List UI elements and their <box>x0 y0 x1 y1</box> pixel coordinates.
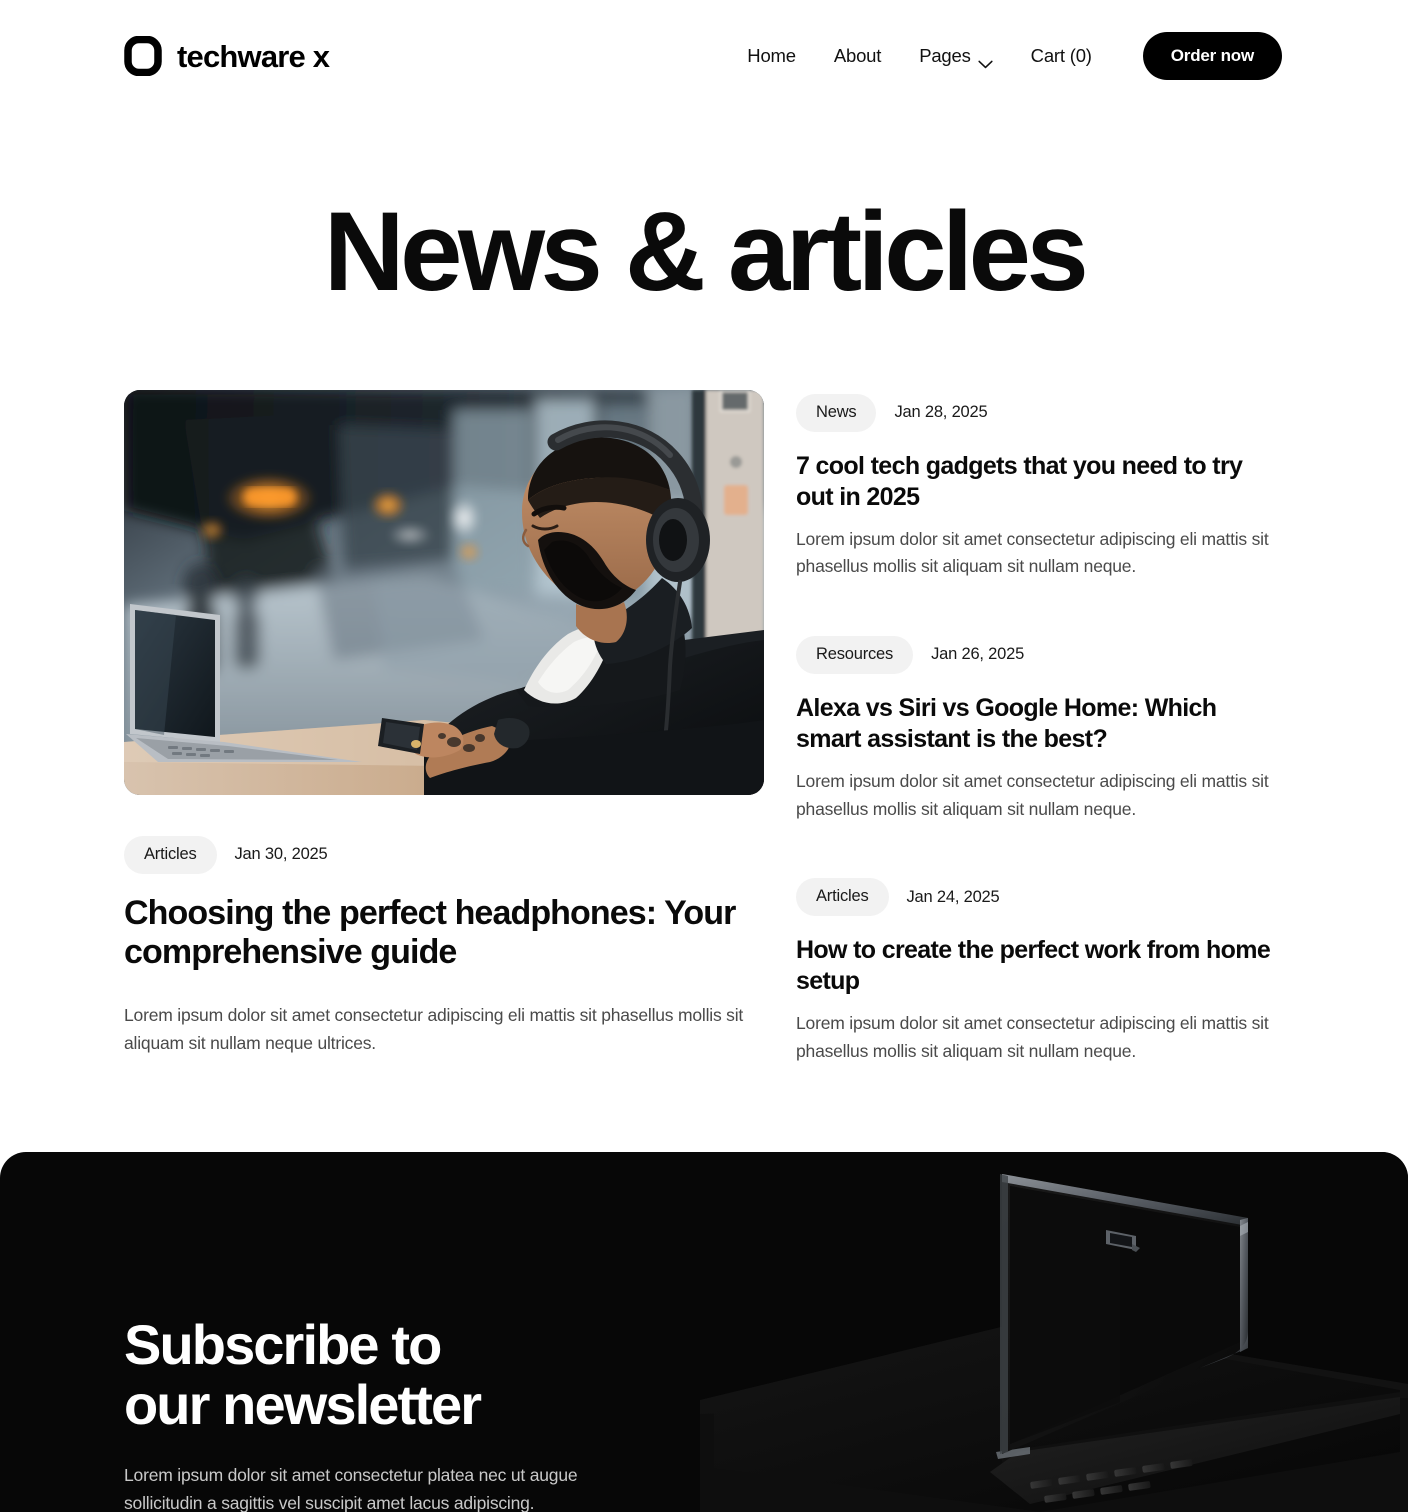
featured-article-tag[interactable]: Articles <box>124 836 217 874</box>
nav-item-pages-label: Pages <box>919 45 971 66</box>
list-item: News Jan 28, 2025 7 cool tech gadgets th… <box>796 394 1284 581</box>
nav-item-cart-label: Cart (0) <box>1030 45 1092 66</box>
article-list: News Jan 28, 2025 7 cool tech gadgets th… <box>796 390 1284 1065</box>
featured-article-excerpt: Lorem ipsum dolor sit amet consectetur a… <box>124 1005 744 1053</box>
newsletter-title: Subscribe to our newsletter <box>124 1313 482 1437</box>
site-header: techware x Home About Pages Cart (0) Ord… <box>0 0 1408 112</box>
article-title[interactable]: 7 cool tech gadgets that you need to try… <box>796 451 1284 513</box>
article-title[interactable]: Alexa vs Siri vs Google Home: Which smar… <box>796 693 1284 755</box>
featured-article: Articles Jan 30, 2025 Choosing the perfe… <box>124 390 764 1058</box>
newsletter-subtitle: Lorem ipsum dolor sit amet consectetur p… <box>124 1465 578 1512</box>
featured-article-date: Jan 30, 2025 <box>234 845 328 864</box>
newsletter-copy: Subscribe to our newsletter Lorem ipsum … <box>0 1152 1408 1512</box>
list-item: Articles Jan 24, 2025 How to create the … <box>796 878 1284 1065</box>
article-date: Jan 28, 2025 <box>894 403 988 422</box>
list-item: Resources Jan 26, 2025 Alexa vs Siri vs … <box>796 636 1284 823</box>
article-meta: Resources Jan 26, 2025 <box>796 636 1284 674</box>
article-tag[interactable]: News <box>796 394 877 432</box>
nav-item-pages[interactable]: Pages <box>900 45 1011 68</box>
article-excerpt: Lorem ipsum dolor sit amet consectetur a… <box>796 1012 1269 1061</box>
article-excerpt: Lorem ipsum dolor sit amet consectetur a… <box>796 528 1269 577</box>
order-now-button[interactable]: Order now <box>1142 32 1282 80</box>
article-date: Jan 26, 2025 <box>931 645 1025 664</box>
article-excerpt: Lorem ipsum dolor sit amet consectetur a… <box>796 770 1269 819</box>
article-meta: Articles Jan 24, 2025 <box>796 878 1284 916</box>
newsletter-section: Subscribe to our newsletter Lorem ipsum … <box>0 1152 1408 1512</box>
article-meta: News Jan 28, 2025 <box>796 394 1284 432</box>
articles-section: Articles Jan 30, 2025 Choosing the perfe… <box>0 390 1408 1065</box>
chevron-down-icon <box>978 52 993 68</box>
nav-item-home-label: Home <box>747 45 796 66</box>
article-title[interactable]: How to create the perfect work from home… <box>796 935 1284 997</box>
rounded-square-o-icon <box>124 35 162 77</box>
featured-article-meta: Articles Jan 30, 2025 <box>124 836 764 874</box>
page-root: techware x Home About Pages Cart (0) Ord… <box>0 0 1408 1512</box>
article-date: Jan 24, 2025 <box>906 887 1000 906</box>
brand-name: techware x <box>177 38 330 74</box>
nav-item-about[interactable]: About <box>815 45 900 67</box>
brand-logo[interactable]: techware x <box>124 35 330 77</box>
article-tag[interactable]: Articles <box>796 878 889 916</box>
featured-article-title[interactable]: Choosing the perfect headphones: Your co… <box>124 894 764 972</box>
main-navigation: Home About Pages Cart (0) Order now <box>747 32 1282 80</box>
nav-item-cart[interactable]: Cart (0) <box>1012 45 1111 67</box>
page-title: News & articles <box>323 189 1089 314</box>
nav-item-about-label: About <box>833 45 882 66</box>
nav-item-home[interactable]: Home <box>747 45 815 67</box>
featured-article-image[interactable] <box>124 390 764 795</box>
article-tag[interactable]: Resources <box>796 636 914 674</box>
